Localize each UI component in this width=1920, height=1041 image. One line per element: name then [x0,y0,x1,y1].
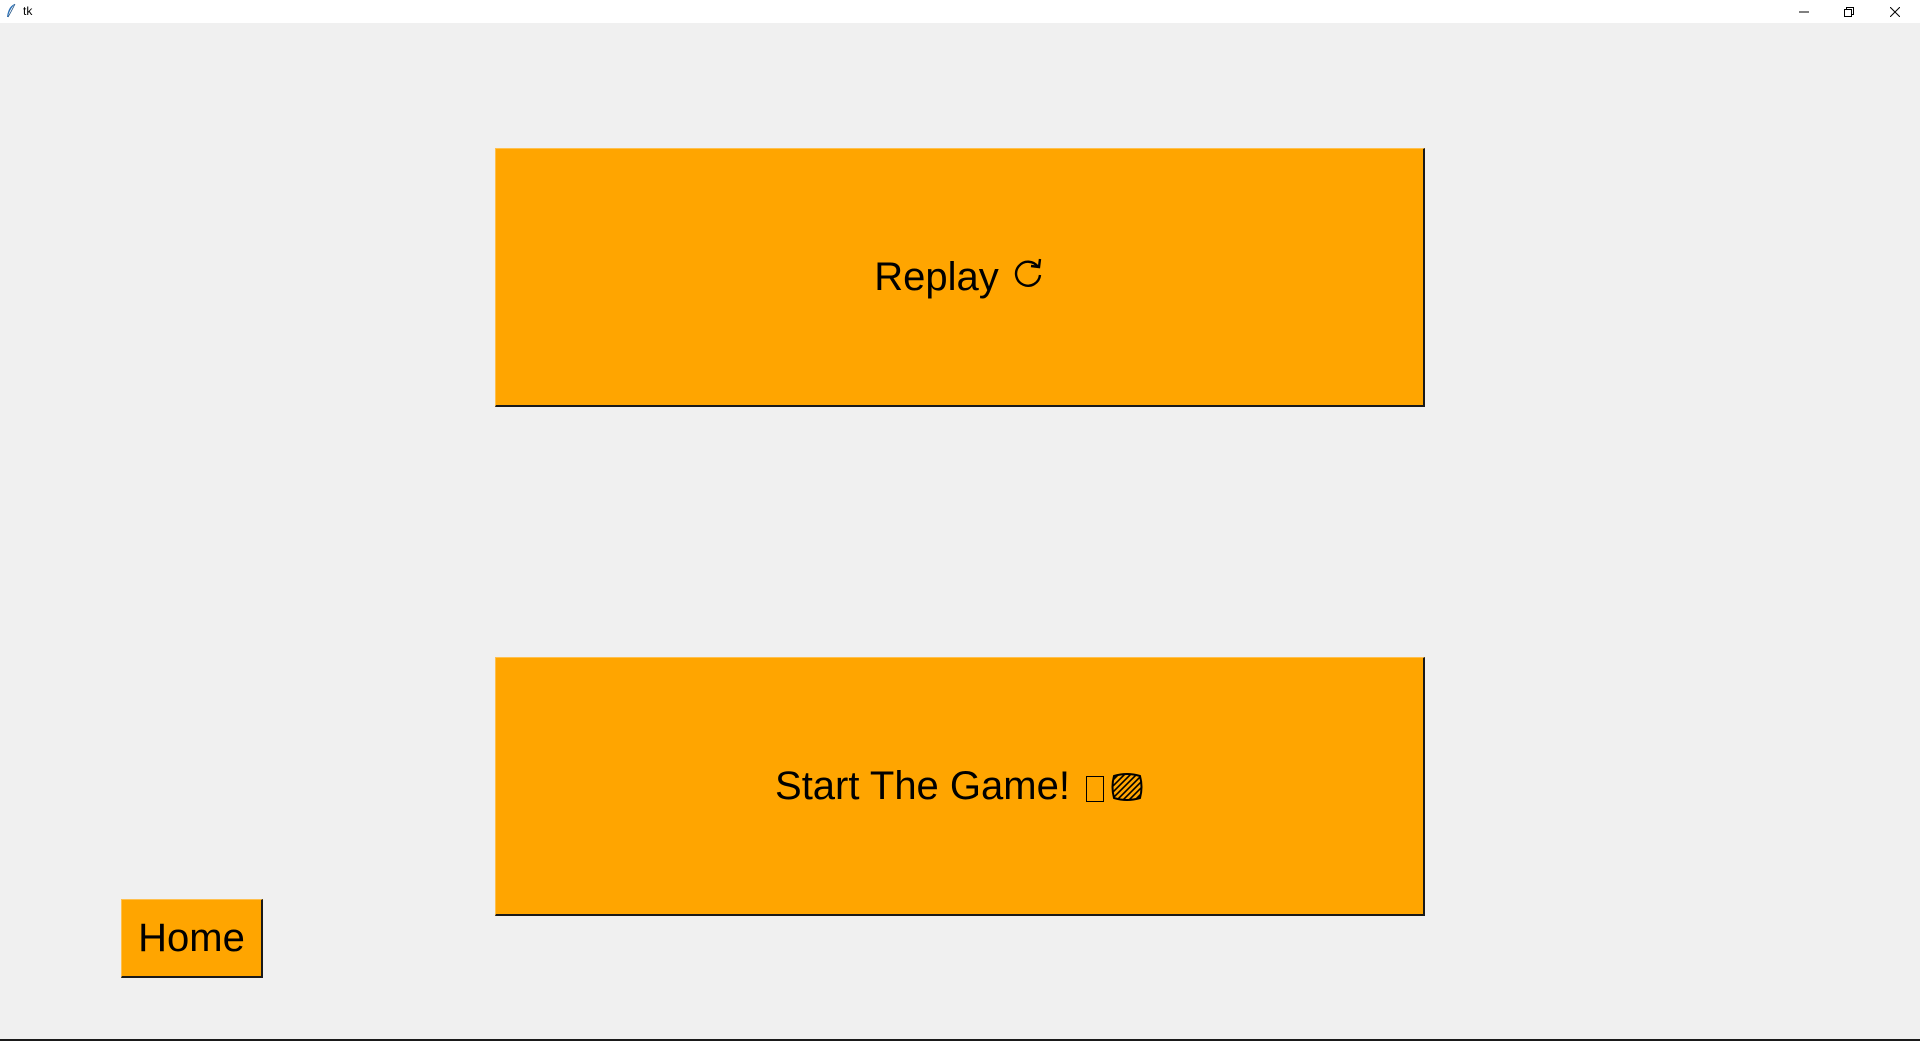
title-bar: tk [0,0,1920,23]
restore-button[interactable] [1826,0,1872,23]
start-game-glyphs [1085,771,1144,808]
start-game-label: Start The Game! [775,764,1070,808]
minimize-icon [1799,7,1809,17]
minimize-button[interactable] [1781,0,1827,23]
hatched-glyph-icon [1110,771,1144,808]
home-button[interactable]: Home [121,899,263,978]
missing-glyph-icon [1085,776,1104,802]
restore-icon [1844,6,1854,17]
replay-button[interactable]: Replay [495,148,1425,407]
replay-icon [1011,256,1045,295]
replay-label: Replay [874,255,999,299]
close-icon [1890,6,1900,17]
close-button[interactable] [1872,0,1918,23]
feather-icon [5,3,17,19]
start-game-button[interactable]: Start The Game! [495,657,1425,916]
window-title: tk [23,4,33,18]
